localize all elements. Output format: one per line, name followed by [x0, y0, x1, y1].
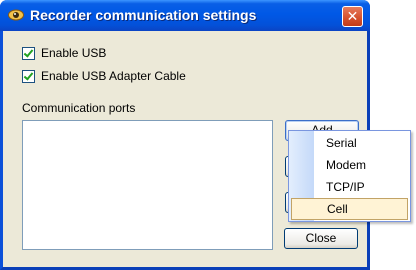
enable-usb-checkbox-row[interactable]: Enable USB [22, 46, 106, 60]
close-button[interactable]: Close [284, 228, 358, 249]
window-title: Recorder communication settings [30, 7, 257, 23]
enable-usb-label: Enable USB [41, 46, 107, 60]
close-button-label: Close [305, 231, 337, 245]
menu-item-label: TCP/IP [326, 180, 365, 194]
enable-usb-adapter-checkbox-row[interactable]: Enable USB Adapter Cable [22, 69, 186, 83]
enable-usb-adapter-cable-label: Enable USB Adapter Cable [41, 69, 186, 83]
title-bar[interactable]: Recorder communication settings ✕ [0, 0, 370, 31]
add-dropdown-menu: Serial Modem TCP/IP Cell [288, 130, 411, 222]
app-eye-icon [8, 9, 24, 21]
communication-ports-label: Communication ports [22, 101, 136, 115]
menu-item-label: Serial [326, 136, 357, 150]
enable-usb-checkbox[interactable] [22, 46, 35, 60]
menu-item-label: Cell [327, 202, 348, 216]
menu-item-label: Modem [326, 158, 367, 172]
menu-item-modem[interactable]: Modem [289, 154, 410, 176]
close-window-button[interactable]: ✕ [342, 6, 363, 27]
communication-ports-list[interactable] [22, 120, 273, 250]
menu-item-tcpip[interactable]: TCP/IP [289, 176, 410, 198]
menu-item-serial[interactable]: Serial [289, 132, 410, 154]
menu-item-cell[interactable]: Cell [291, 198, 408, 220]
enable-usb-adapter-cable-checkbox[interactable] [22, 69, 35, 83]
close-icon: ✕ [346, 8, 359, 24]
